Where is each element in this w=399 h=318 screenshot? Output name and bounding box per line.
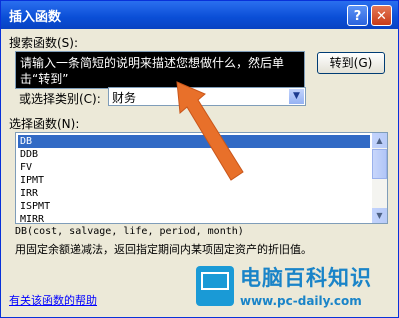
dialog-title: 插入函数: [9, 10, 62, 25]
function-description: 用固定余额递减法，返回指定期间内某项固定资产的折旧值。: [15, 243, 312, 256]
scroll-up-icon[interactable]: ▲: [372, 133, 387, 148]
search-input[interactable]: 请输入一条简短的说明来描述您想做什么，然后单击“转到”: [15, 51, 305, 89]
scroll-down-icon[interactable]: ▼: [372, 208, 387, 223]
list-item[interactable]: MIRR: [18, 213, 370, 223]
category-value: 财务: [112, 91, 137, 105]
category-label: 或选择类别(C):: [19, 92, 101, 106]
list-item[interactable]: IRR: [18, 187, 370, 200]
monitor-icon: [196, 266, 234, 306]
close-button[interactable]: ✕: [371, 5, 392, 26]
list-item[interactable]: ISPMT: [18, 200, 370, 213]
watermark-url: www.pc-daily.com: [240, 294, 362, 308]
watermark-title: 电脑百科知识: [240, 266, 372, 290]
function-list-label: 选择函数(N):: [9, 117, 80, 131]
vertical-scrollbar[interactable]: ▲ ▼: [372, 133, 387, 223]
chevron-down-icon[interactable]: ▼: [289, 89, 304, 104]
function-syntax: DB(cost, salvage, life, period, month): [15, 226, 244, 237]
annotation-arrow-icon: [176, 81, 244, 181]
title-bar: 插入函数 ? ✕: [1, 1, 398, 29]
function-help-link[interactable]: 有关该函数的帮助: [9, 292, 97, 308]
help-button[interactable]: ?: [347, 5, 368, 26]
watermark: 电脑百科知识 www.pc-daily.com: [190, 258, 399, 318]
scroll-thumb[interactable]: [372, 149, 387, 179]
search-label: 搜索函数(S):: [9, 36, 79, 50]
goto-button[interactable]: 转到(G): [317, 52, 385, 74]
